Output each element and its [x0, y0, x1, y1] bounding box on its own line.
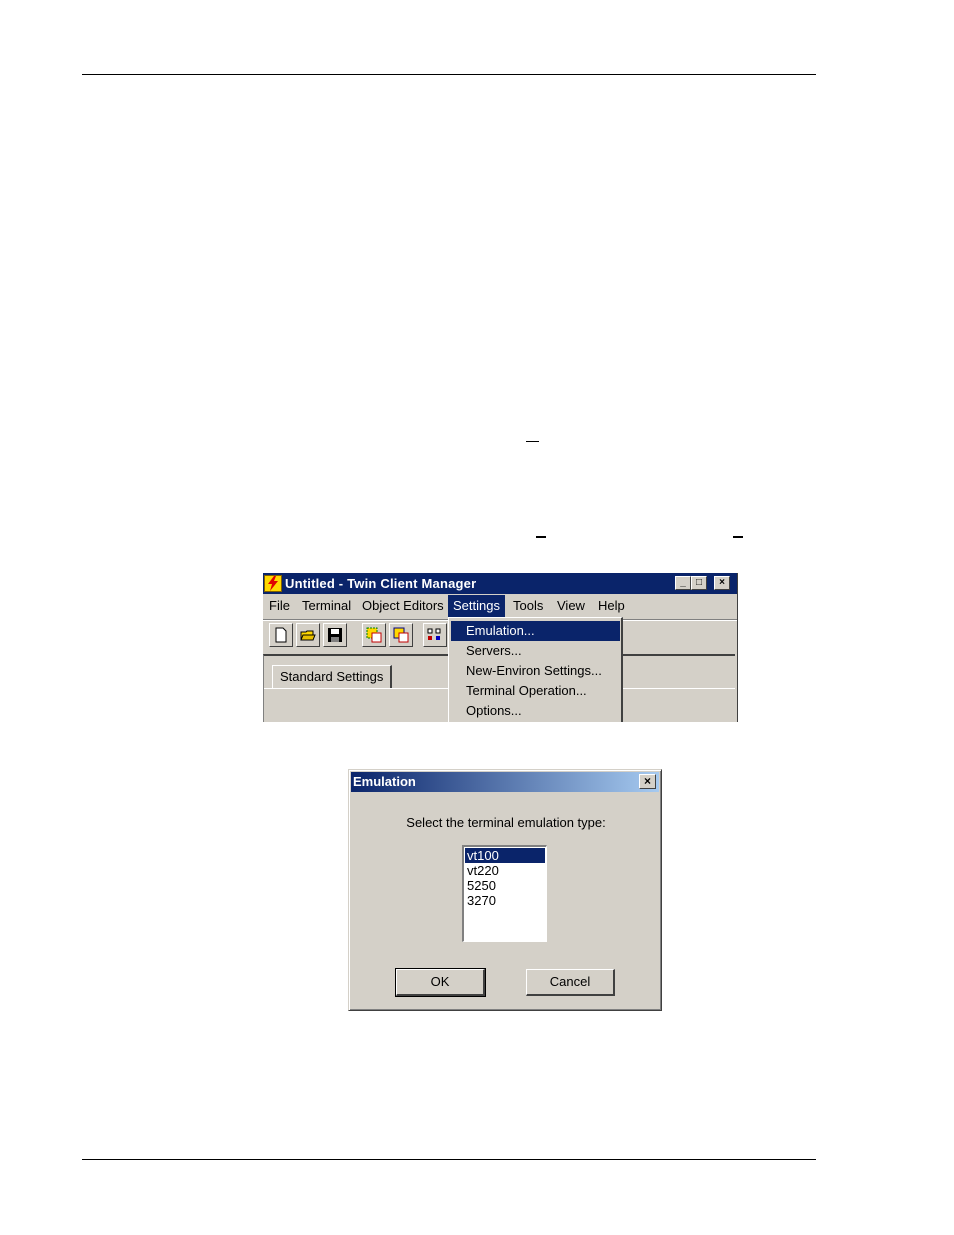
maximize-icon: □: [695, 577, 703, 588]
text-underline-mark: [526, 441, 539, 442]
dialog-close-button[interactable]: ×: [639, 774, 656, 789]
save-button[interactable]: [323, 623, 347, 647]
open-folder-icon: [300, 630, 316, 641]
object-editor-alt-icon: [393, 627, 409, 643]
menu-object-editors[interactable]: Object Editors: [357, 595, 449, 617]
menu-item-terminal-operation[interactable]: Terminal Operation...: [451, 681, 620, 701]
title-bar[interactable]: Untitled - Twin Client Manager _ □ ×: [263, 573, 737, 594]
emulation-type-list[interactable]: vt100 vt220 5250 3270: [462, 845, 547, 942]
new-document-icon: [275, 627, 287, 643]
minimize-button[interactable]: _: [675, 576, 691, 590]
menu-item-servers[interactable]: Servers...: [451, 641, 620, 661]
dialog-title-bar[interactable]: Emulation ×: [351, 772, 659, 792]
open-button[interactable]: [296, 623, 320, 647]
close-icon: ×: [719, 577, 725, 588]
settings-dropdown: Emulation... Servers... New-Environ Sett…: [448, 617, 623, 722]
dialog-title: Emulation: [353, 774, 416, 789]
new-button[interactable]: [269, 623, 293, 647]
maximize-button[interactable]: □: [691, 576, 707, 590]
menu-tools[interactable]: Tools: [508, 595, 548, 617]
list-item[interactable]: 5250: [465, 878, 545, 893]
window-title: Untitled - Twin Client Manager: [285, 576, 477, 591]
footer-rule: [82, 1159, 816, 1160]
dialog-prompt: Select the terminal emulation type:: [406, 815, 606, 830]
object-editor-alt-button[interactable]: [389, 623, 413, 647]
layout-icon: [427, 628, 441, 640]
menu-item-emulation[interactable]: Emulation...: [451, 621, 620, 641]
list-item[interactable]: vt100: [465, 848, 545, 863]
lightning-app-icon: [264, 575, 282, 592]
emulation-dialog: Emulation × Select the terminal emulatio…: [348, 769, 662, 1011]
list-item[interactable]: vt220: [465, 863, 545, 878]
header-rule: [82, 74, 816, 75]
menu-item-options[interactable]: Options...: [451, 701, 620, 721]
menu-terminal[interactable]: Terminal: [297, 595, 356, 617]
menu-help[interactable]: Help: [593, 595, 630, 617]
tab-standard-settings[interactable]: Standard Settings: [272, 665, 393, 689]
object-editor-icon: [366, 627, 382, 643]
save-icon: [328, 628, 342, 642]
object-editor-button[interactable]: [362, 623, 386, 647]
menu-item-new-environ-settings[interactable]: New-Environ Settings...: [451, 661, 620, 681]
app-window: Untitled - Twin Client Manager _ □ × Fil…: [262, 573, 738, 722]
close-icon: ×: [643, 774, 651, 788]
list-item[interactable]: 3270: [465, 893, 545, 908]
ok-button[interactable]: OK: [395, 968, 486, 997]
menu-view[interactable]: View: [552, 595, 590, 617]
text-underline-mark: [733, 536, 743, 538]
text-underline-mark: [536, 536, 546, 538]
layout-button[interactable]: [423, 623, 447, 647]
menu-settings[interactable]: Settings: [448, 595, 505, 617]
menu-bar: File Terminal Object Editors Settings To…: [263, 595, 737, 617]
cancel-button[interactable]: Cancel: [526, 969, 615, 996]
minimize-icon: _: [680, 577, 686, 588]
close-button[interactable]: ×: [714, 576, 730, 590]
toolbar: [267, 623, 467, 651]
menu-file[interactable]: File: [264, 595, 295, 617]
